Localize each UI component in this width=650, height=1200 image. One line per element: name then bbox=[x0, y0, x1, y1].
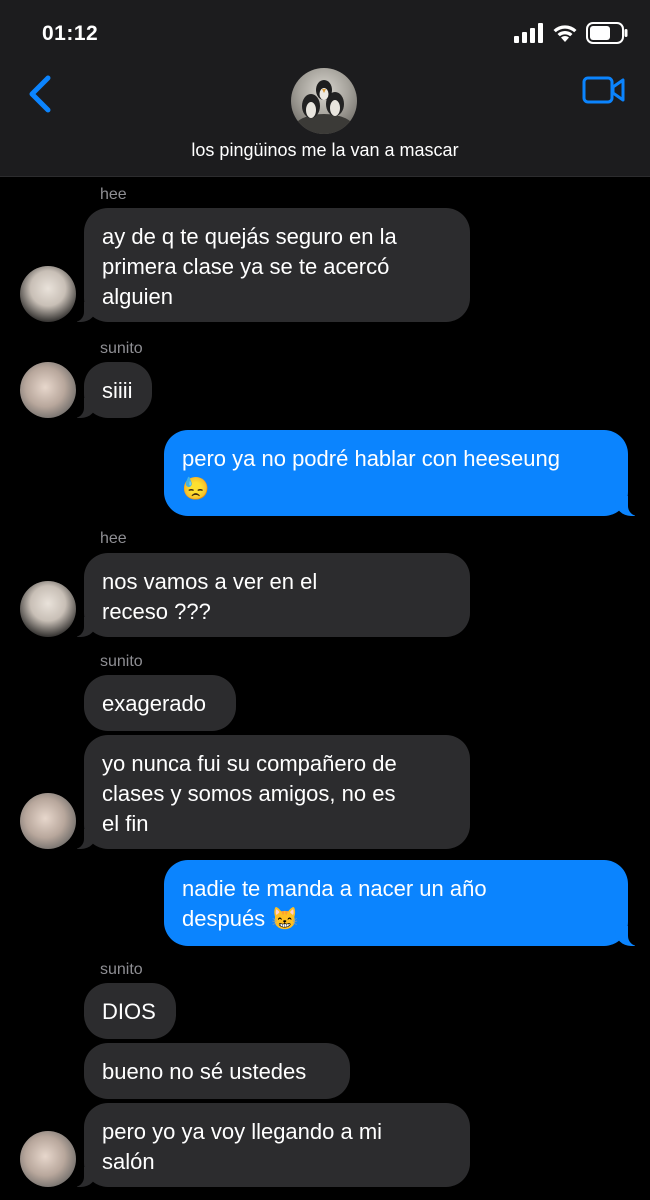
sender-name: hee bbox=[100, 530, 127, 547]
incoming-message[interactable]: ay de q te quejás seguro en la primera c… bbox=[72, 208, 470, 322]
incoming-message[interactable]: yo nunca fui su compañero de clases y so… bbox=[72, 735, 470, 849]
outgoing-message[interactable]: nadie te manda a nacer un año después 😸 bbox=[164, 860, 640, 946]
sender-name: hee bbox=[100, 186, 127, 203]
avatar-hee[interactable] bbox=[20, 581, 76, 637]
incoming-message[interactable]: exagerado bbox=[84, 675, 236, 731]
group-name[interactable]: los pingüinos me la van a mascar bbox=[0, 140, 650, 161]
sender-name: sunito bbox=[100, 961, 143, 978]
chevron-left-icon[interactable] bbox=[22, 72, 58, 116]
avatar-sunito[interactable] bbox=[20, 362, 76, 418]
penguins-image bbox=[294, 80, 354, 134]
avatar-sunito[interactable] bbox=[20, 793, 76, 849]
status-icons bbox=[514, 22, 628, 44]
cellular-signal-icon bbox=[514, 23, 543, 43]
incoming-message[interactable]: bueno no sé ustedes bbox=[84, 1043, 350, 1099]
sender-name: sunito bbox=[100, 340, 143, 357]
incoming-message[interactable]: DIOS bbox=[84, 983, 176, 1039]
battery-icon bbox=[586, 22, 628, 44]
avatar-sunito[interactable] bbox=[20, 1131, 76, 1187]
incoming-message[interactable]: nos vamos a ver en el receso ??? bbox=[72, 553, 470, 637]
avatar-hee[interactable] bbox=[20, 266, 76, 322]
status-time: 01:12 bbox=[42, 22, 99, 45]
group-avatar[interactable] bbox=[291, 68, 357, 134]
incoming-message[interactable]: pero yo ya voy llegando a mi salón bbox=[72, 1103, 470, 1187]
sender-name: sunito bbox=[100, 653, 143, 670]
wifi-icon bbox=[553, 25, 577, 42]
video-camera-icon[interactable] bbox=[582, 74, 626, 106]
incoming-message[interactable]: siiii bbox=[72, 362, 152, 418]
conversation-header: 01:12 los pingüinos me la van a mascar bbox=[0, 0, 650, 177]
outgoing-message[interactable]: pero ya no podré hablar con heeseung 😓 bbox=[164, 430, 640, 516]
status-bar: 01:12 bbox=[0, 0, 650, 60]
